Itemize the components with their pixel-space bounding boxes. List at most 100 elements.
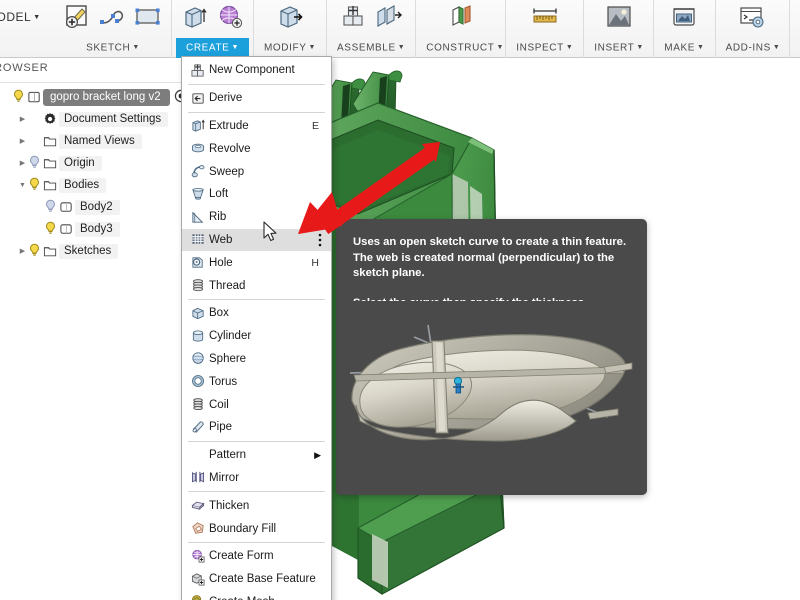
browser-tree-item[interactable]: ▶Sketches [0, 240, 182, 262]
menu-item-sweep[interactable]: Sweep [182, 160, 331, 183]
menu-item-label: Coil [209, 399, 331, 411]
ribbon-group-label-assemble[interactable]: ASSEMBLE▼ [331, 38, 411, 58]
menu-item-create-mesh[interactable]: Create Mesh [182, 591, 331, 600]
menu-item-torus[interactable]: Torus [182, 370, 331, 393]
chevron-right-icon[interactable]: ▶ [18, 247, 27, 255]
revolve-icon [187, 141, 209, 156]
create-form-icon [187, 549, 209, 564]
menu-item-boundary-fill[interactable]: Boundary Fill [182, 517, 331, 540]
ribbon-group-modify: MODIFY▼ [254, 0, 327, 58]
mirror-icon [187, 470, 209, 485]
ribbon-group-insert: INSERT▼ [584, 0, 654, 58]
gear-icon [41, 112, 59, 127]
ribbon-group-label-construct[interactable]: CONSTRUCT▼ [420, 38, 501, 58]
insert-image-icon[interactable] [604, 2, 634, 37]
sphere-icon [187, 351, 209, 366]
folder-icon [41, 134, 59, 149]
chevron-down-icon[interactable]: ▼ [18, 182, 27, 189]
menu-item-label: Thread [209, 280, 331, 292]
extrude-icon [187, 118, 209, 133]
ribbon-group-label-addins[interactable]: ADD-INS▼ [720, 38, 785, 58]
ribbon-group-label-shaper[interactable]: SHAPER [794, 38, 800, 58]
browser-tree-item[interactable]: ▼ Bodies [0, 174, 182, 196]
body-icon [57, 200, 75, 215]
menu-item-pipe[interactable]: Pipe [182, 416, 331, 439]
ribbon-group-label-modify[interactable]: MODIFY▼ [258, 38, 322, 58]
tooltip-illustration [336, 301, 647, 495]
browser-tree-item[interactable]: Body3 [0, 218, 182, 240]
menu-item-hole[interactable]: HoleH [182, 251, 331, 274]
menu-item-derive[interactable]: Derive [182, 87, 331, 110]
submenu-arrow-icon: ▶ [314, 450, 331, 461]
menu-item-sphere[interactable]: Sphere [182, 348, 331, 371]
menu-item-extrude[interactable]: ExtrudeE [182, 115, 331, 138]
derive-icon [187, 91, 209, 106]
menu-item-shortcut: H [311, 257, 331, 269]
tooltip-paragraph-1: Uses an open sketch curve to create a th… [353, 235, 629, 282]
offset-plane-icon[interactable] [446, 2, 476, 37]
menu-item-rib[interactable]: Rib [182, 206, 331, 229]
ribbon-group-label-make[interactable]: MAKE▼ [658, 38, 710, 58]
chevron-right-icon[interactable]: ▶ [18, 137, 27, 145]
3d-print-icon[interactable] [669, 2, 699, 37]
menu-item-new-component[interactable]: New Component [182, 59, 331, 82]
menu-item-box[interactable]: Box [182, 302, 331, 325]
chevron-right-icon[interactable]: ▶ [18, 159, 27, 167]
browser-tree-item[interactable]: ▶ Document Settings [0, 108, 182, 130]
hole-icon [187, 255, 209, 270]
extrude-icon[interactable] [180, 2, 210, 37]
new-component-icon[interactable] [339, 2, 369, 37]
scripts-addins-icon[interactable] [737, 2, 767, 37]
menu-item-thicken[interactable]: Thicken [182, 494, 331, 517]
rectangle-icon[interactable] [133, 2, 163, 37]
menu-item-overflow-icon[interactable] [318, 233, 322, 247]
browser-tree-item[interactable]: Body2 [0, 196, 182, 218]
create-form-icon[interactable] [215, 2, 245, 37]
boundary-fill-icon [187, 521, 209, 536]
menu-item-web[interactable]: Web [182, 229, 331, 252]
menu-item-label: Extrude [209, 120, 312, 132]
ribbon-group-label-insert[interactable]: INSERT▼ [588, 38, 649, 58]
spline-icon[interactable] [98, 2, 128, 37]
chevron-right-icon[interactable]: ▶ [18, 115, 27, 123]
loft-icon [187, 187, 209, 202]
visibility-bulb-icon[interactable] [11, 89, 25, 106]
menu-item-pattern[interactable]: Pattern▶ [182, 444, 331, 467]
browser-tree-item[interactable]: ▶Named Views [0, 130, 182, 152]
browser-tree-item[interactable]: gopro bracket long v2 [0, 86, 182, 108]
visibility-bulb-icon[interactable] [27, 243, 41, 260]
menu-item-mirror[interactable]: Mirror [182, 467, 331, 490]
ribbon-group-sketch: SKETCH▼ [55, 0, 172, 58]
menu-separator [188, 542, 325, 543]
browser-tree-item-label: Document Settings [59, 112, 168, 127]
chevron-down-icon: ▼ [566, 44, 574, 51]
create-sketch-icon[interactable] [63, 2, 93, 37]
menu-item-coil[interactable]: Coil [182, 393, 331, 416]
menu-separator [188, 112, 325, 113]
press-pull-icon[interactable] [275, 2, 305, 37]
ribbon-group-label-create[interactable]: CREATE▼ [176, 38, 249, 58]
browser-tree-item-label: Bodies [59, 178, 106, 193]
ribbon-group-label-sketch[interactable]: SKETCH▼ [59, 38, 167, 58]
chevron-down-icon: ▼ [636, 44, 644, 51]
visibility-bulb-icon[interactable] [43, 221, 57, 238]
menu-item-create-base-feature[interactable]: Create Base Feature [182, 568, 331, 591]
chevron-down-icon: ▼ [697, 44, 705, 51]
create-mesh-icon [187, 594, 209, 600]
menu-item-label: Create Form [209, 550, 331, 562]
menu-item-create-form[interactable]: Create Form [182, 545, 331, 568]
ribbon-group-label-inspect[interactable]: INSPECT▼ [510, 38, 579, 58]
menu-item-label: Thicken [209, 500, 331, 512]
browser-tree-item[interactable]: ▶ Origin [0, 152, 182, 174]
joint-icon[interactable] [374, 2, 404, 37]
browser-tree-item-label: Origin [59, 156, 102, 171]
visibility-bulb-icon[interactable] [43, 199, 57, 216]
menu-item-label: Sphere [209, 353, 331, 365]
menu-item-cylinder[interactable]: Cylinder [182, 325, 331, 348]
menu-item-thread[interactable]: Thread [182, 274, 331, 297]
visibility-bulb-icon[interactable] [27, 155, 41, 172]
menu-item-revolve[interactable]: Revolve [182, 137, 331, 160]
menu-item-loft[interactable]: Loft [182, 183, 331, 206]
measure-icon[interactable] [530, 2, 560, 37]
visibility-bulb-icon[interactable] [27, 177, 41, 194]
